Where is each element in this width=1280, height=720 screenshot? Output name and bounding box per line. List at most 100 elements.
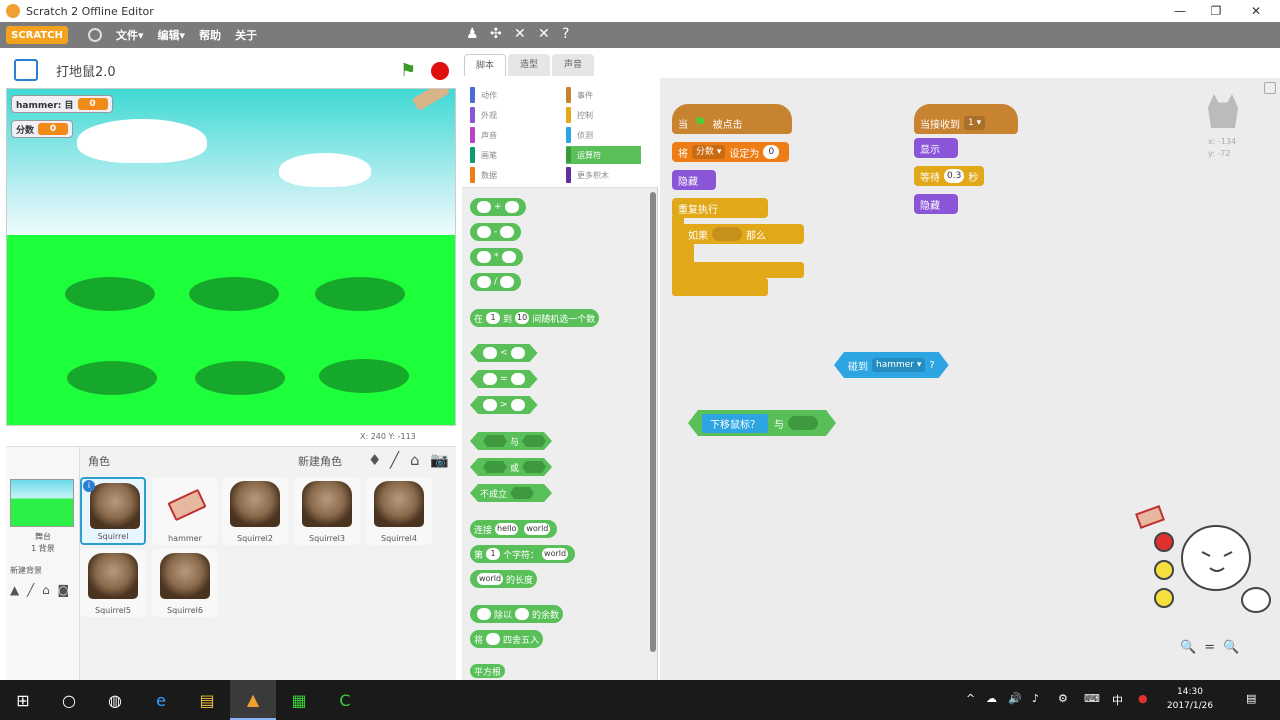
zoom-out-icon[interactable]: 🔍 [1180,640,1204,655]
block-add[interactable]: + [470,198,526,216]
stage-selector[interactable]: 舞台 1 背景 新建背景 ▲ ╱ ⌂ ◙ [6,447,80,681]
camera-icon[interactable]: 📷 [430,451,449,469]
tab-sounds[interactable]: 声音 [552,54,594,76]
category-sound[interactable]: 声音 [470,126,497,144]
sprite-tile[interactable]: Squirrel6 [152,549,218,617]
info-icon[interactable]: i [83,480,95,492]
choose-sprite-icon[interactable]: ♦ [368,451,381,469]
variable-monitor-score[interactable]: 分数 0 [11,120,74,138]
block-greater-than[interactable]: > [470,396,538,414]
sprite-tile[interactable]: i Squirrel [80,477,146,545]
help-block-icon[interactable]: ? [562,26,569,42]
maximize-button[interactable]: ❐ [1196,0,1236,22]
sprite-tile[interactable]: Squirrel2 [222,477,288,545]
cortana-search-icon[interactable]: ○ [46,680,92,720]
paint-sprite-icon[interactable]: ╱ [390,451,399,469]
green-flag-icon[interactable]: ⚑ [400,60,420,81]
block-when-receive[interactable]: 当接收到 1 ▾ [914,104,1018,134]
block-random[interactable]: 在 1 到 10 间随机选一个数 [470,309,600,327]
file-explorer-icon[interactable]: ▤ [184,680,230,720]
category-operators[interactable]: 运算符 [566,146,641,164]
block-letter-of[interactable]: 第 1 个字符： world [470,545,576,563]
stage-canvas[interactable]: hammer: 目 0 分数 0 [6,88,456,426]
language-globe-icon[interactable] [88,28,102,42]
category-more-blocks[interactable]: 更多积木 [566,166,609,184]
sprite-tile[interactable]: hammer [152,477,218,545]
onedrive-icon[interactable]: ☁ [986,692,997,705]
sprite-tile[interactable]: Squirrel4 [366,477,432,545]
block-divide[interactable]: / [470,273,522,291]
scroll-indicator[interactable] [1264,82,1276,94]
block-round[interactable]: 将四舍五入 [470,630,544,648]
grow-icon[interactable]: ✕ [514,26,526,42]
block-set-variable[interactable]: 将分数 ▾ 设定为 0 [672,142,790,162]
stop-sign-icon[interactable] [431,62,449,80]
close-button[interactable]: ✕ [1236,0,1276,22]
block-less-than[interactable]: < [470,344,538,362]
menu-help[interactable]: 帮助 [199,27,221,43]
zoom-in-icon[interactable]: 🔍 [1223,640,1247,655]
block-length-of[interactable]: world 的长度 [470,570,538,588]
backdrop-tools[interactable]: ▲ ╱ ⌂ ◙ [10,583,71,597]
category-pen[interactable]: 画笔 [470,146,497,164]
app-taskbar-icon[interactable]: ▦ [276,680,322,720]
block-math-op[interactable]: 平方根 [470,664,506,678]
category-sensing[interactable]: 侦测 [566,126,593,144]
audio-icon[interactable]: ♪ [1032,692,1039,705]
category-data[interactable]: 数据 [470,166,497,184]
sprite-tile[interactable]: Squirrel5 [80,549,146,617]
category-looks[interactable]: 外观 [470,106,497,124]
record-tray-icon[interactable]: ● [1138,692,1148,705]
block-touching[interactable]: 碰到 hammer ▾? [834,352,949,378]
block-forever[interactable]: 重复执行 [672,198,768,218]
zoom-reset-icon[interactable]: = [1204,640,1223,655]
edge-browser-icon[interactable]: e [138,680,184,720]
duplicate-stamp-icon[interactable]: ♟ [466,26,479,42]
cut-scissors-icon[interactable]: ✣ [490,26,502,42]
block-wait[interactable]: 等待 0.3 秒 [914,166,985,186]
shrink-icon[interactable]: ✕ [538,26,550,42]
block-not[interactable]: 不成立 [470,484,552,502]
block-subtract[interactable]: - [470,223,522,241]
minimize-button[interactable]: — [1160,0,1200,22]
start-button[interactable]: ⊞ [0,680,46,720]
block-if-then[interactable]: 如果 那么 [682,224,804,244]
menu-edit[interactable]: 编辑▾ [158,27,186,43]
palette-scrollbar[interactable] [650,192,656,652]
scratch-taskbar-icon[interactable]: ▲ [230,680,276,720]
category-motion[interactable]: 动作 [470,86,497,104]
settings-tray-icon[interactable]: ⚙ [1058,692,1068,705]
system-clock[interactable]: 14:30 2017/1/26 [1160,685,1220,713]
volume-icon[interactable]: 🔊 [1008,692,1022,705]
block-join[interactable]: 连接 hello world [470,520,558,538]
presentation-mode-icon[interactable] [14,59,38,81]
block-or[interactable]: 或 [470,458,552,476]
notification-icon[interactable]: ▤ [1246,692,1256,705]
sprite-tile[interactable]: Squirrel3 [294,477,360,545]
scripts-area[interactable]: 当 ⚑ 被点击 将分数 ▾ 设定为 0 隐藏 重复执行 如果 那么 当接收到 1 ▾ 显示 … [660,78,1280,680]
category-events[interactable]: 事件 [566,86,593,104]
block-when-flag-clicked[interactable]: 当 ⚑ 被点击 [672,104,792,134]
menu-about[interactable]: 关于 [235,27,257,43]
category-control[interactable]: 控制 [566,106,593,124]
variable-monitor-hammer[interactable]: hammer: 目 0 [11,95,113,113]
tab-scripts[interactable]: 脚本 [464,54,506,76]
upload-sprite-icon[interactable]: ⌂ [410,451,420,469]
task-view-icon[interactable]: ◍ [92,680,138,720]
project-title[interactable]: 打地鼠2.0 [56,61,116,80]
block-hide[interactable]: 隐藏 [672,170,716,190]
menu-file[interactable]: 文件▾ [116,27,144,43]
zoom-controls[interactable]: 🔍=🔍 [1180,640,1247,655]
block-multiply[interactable]: * [470,248,523,266]
stage-thumbnail[interactable] [10,479,74,527]
tab-costumes[interactable]: 造型 [508,54,550,76]
block-mod[interactable]: 除以 的余数 [470,605,564,623]
keyboard-icon[interactable]: ⌨ [1084,692,1100,705]
block-and[interactable]: 与 [470,432,552,450]
block-show[interactable]: 显示 [914,138,958,158]
block-hide[interactable]: 隐藏 [914,194,958,214]
block-and-mouse-down[interactable]: 下移鼠标？与 [688,410,836,436]
block-equals[interactable]: = [470,370,538,388]
ime-chinese-icon[interactable]: 中 [1112,692,1123,708]
tray-expand-icon[interactable]: ^ [966,692,975,705]
